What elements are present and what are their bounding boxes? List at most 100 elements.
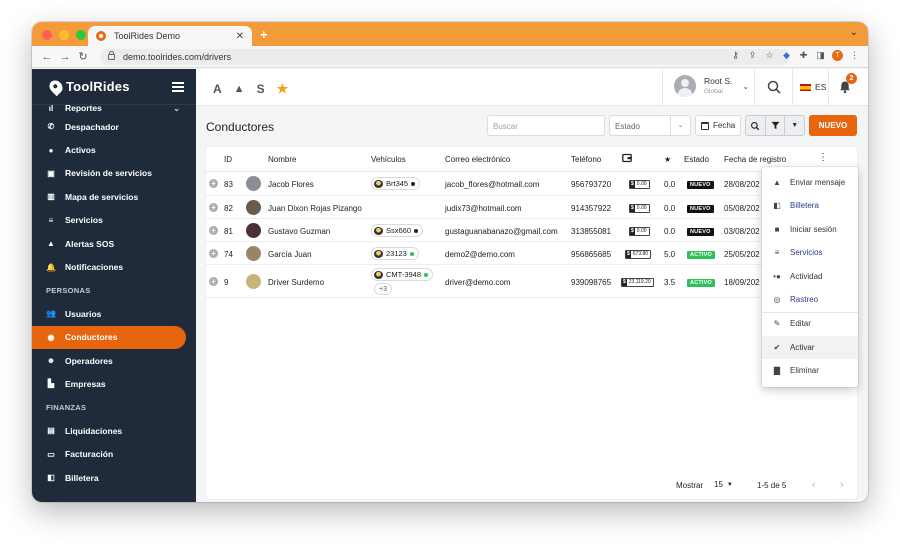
table-row[interactable]: + 74 García Juan 23123 demo2@demo.com 95… <box>206 242 857 265</box>
sidebar-item-facturacion[interactable]: ▭ Facturación <box>32 442 196 465</box>
expand-row-icon[interactable]: + <box>209 179 218 188</box>
filter-options-dropdown[interactable]: ▼ <box>785 116 804 135</box>
column-header-correo[interactable]: Correo electrónico <box>445 155 510 164</box>
sidebar-item-operadores[interactable]: ☻ Operadores <box>32 349 196 372</box>
menu-item-iniciar-sesion[interactable]: ■ Iniciar sesión <box>762 218 858 241</box>
search-button[interactable] <box>746 116 766 135</box>
column-header-id[interactable]: ID <box>224 155 232 164</box>
table-header: ID Nombre Vehículos Correo electrónico T… <box>206 147 857 172</box>
sidebar-item-conductores[interactable]: ◉ Conductores <box>32 325 186 349</box>
new-driver-button[interactable]: NUEVO <box>809 115 857 136</box>
user-menu[interactable]: Root S. Global ⌄ <box>674 75 749 97</box>
page-size-select[interactable]: 15 ▼ <box>714 480 733 489</box>
sidebar-item-alertas-sos[interactable]: ▲ Alertas SOS <box>32 232 196 255</box>
registration-date: 28/08/202 <box>724 180 760 189</box>
vehicle-chip[interactable]: Brt345 <box>371 177 421 190</box>
wallet-balance-badge: $23,119.20 <box>621 278 654 287</box>
driver-name[interactable]: Gustavo Guzman <box>268 227 330 236</box>
new-tab-button[interactable]: + <box>260 27 268 42</box>
vehicle-chip[interactable]: CMT-3948 <box>371 268 434 281</box>
sidebar-item-mapa-servicios[interactable]: ▥ Mapa de servicios <box>32 185 196 208</box>
search-icon[interactable] <box>766 79 782 95</box>
reload-icon[interactable]: ↻ <box>74 50 92 63</box>
wallet-amount: 0.00 <box>636 181 647 187</box>
menu-item-eliminar[interactable]: ▇ Eliminar <box>762 359 858 382</box>
chevron-down-icon: ⌄ <box>670 116 690 135</box>
menu-item-enviar-mensaje[interactable]: ▲ Enviar mensaje <box>762 171 858 194</box>
more-vehicles-chip[interactable]: +3 <box>374 283 392 295</box>
sidebar-item-activos[interactable]: ● Activos <box>32 138 196 161</box>
filter-button[interactable] <box>766 116 786 135</box>
sidebar-item-billetera[interactable]: ◧ Billetera <box>32 466 196 489</box>
browser-menu-icon[interactable]: ⋮ <box>849 50 860 61</box>
sidebar-item-reportes[interactable]: ıl Reportes ⌄ <box>32 101 196 115</box>
column-header-rating[interactable]: ★ <box>664 155 671 164</box>
share-icon[interactable]: ⇪ <box>747 50 758 61</box>
back-icon[interactable]: ← <box>38 51 56 63</box>
table-row[interactable]: + 81 Gustavo Guzman Ssx660 gustaguanaban… <box>206 219 857 242</box>
warning-icon[interactable]: ▲ <box>234 83 245 95</box>
table-row[interactable]: + 83 Jacob Flores Brt345 jacob_flores@ho… <box>206 172 857 196</box>
forward-icon[interactable]: → <box>56 51 74 63</box>
menu-item-editar[interactable]: ✎ Editar <box>762 312 858 335</box>
menu-item-servicios[interactable]: ≡ Servicios <box>762 241 858 264</box>
language-selector[interactable]: ES <box>800 82 826 92</box>
previous-page-icon[interactable]: ‹ <box>812 479 816 491</box>
profile-avatar[interactable]: T <box>832 50 843 61</box>
column-header-fecha[interactable]: Fecha de registro <box>724 155 786 164</box>
sidebar-item-servicios[interactable]: ≡ Servicios <box>32 209 196 232</box>
circle-dot-icon: ● <box>48 145 54 155</box>
driver-name[interactable]: Jacob Flores <box>268 180 314 189</box>
quick-a-button[interactable]: A <box>213 82 222 96</box>
sidebar-item-liquidaciones[interactable]: ▤ Liquidaciones <box>32 419 196 442</box>
key-icon[interactable]: ⚷ <box>730 50 741 61</box>
expand-row-icon[interactable]: + <box>209 226 218 235</box>
menu-item-actividad[interactable]: •● Actividad <box>762 265 858 288</box>
next-page-icon[interactable]: › <box>840 479 844 491</box>
driver-name[interactable]: Driver Surdemo <box>268 278 324 287</box>
sidepanel-icon[interactable]: ◨ <box>815 50 826 61</box>
table-row[interactable]: + 9 Driver Surdemo CMT-3948 +3 driver@de… <box>206 265 857 298</box>
translate-icon[interactable]: ◆ <box>781 50 792 61</box>
bookmark-star-icon[interactable]: ☆ <box>764 50 775 61</box>
date-filter-button[interactable]: Fecha <box>695 115 741 136</box>
sidebar-item-usuarios[interactable]: 👥 Usuarios <box>32 302 196 325</box>
menu-item-rastreo[interactable]: ◎ Rastreo <box>762 288 858 311</box>
driver-name[interactable]: García Juan <box>268 250 312 259</box>
column-header-estado[interactable]: Estado <box>684 155 709 164</box>
minimize-window-button[interactable] <box>59 30 69 40</box>
page-size-label: Mostrar <box>676 481 704 490</box>
menu-item-billetera[interactable]: ◧ Billetera <box>762 194 858 217</box>
menu-item-activar[interactable]: ✔ Activar <box>762 336 858 359</box>
star-icon[interactable]: ★ <box>277 81 289 97</box>
expand-row-icon[interactable]: + <box>209 249 218 258</box>
sidebar-item-revision-servicios[interactable]: ▣ Revisión de servicios <box>32 162 196 185</box>
column-header-nombre[interactable]: Nombre <box>268 155 296 164</box>
vehicle-chip[interactable]: Ssx660 <box>371 224 424 237</box>
brand-logo[interactable]: ToolRides <box>66 79 130 94</box>
search-input[interactable]: Buscar <box>487 115 605 136</box>
sidebar: ToolRides ıl Reportes ⌄ ✆ Despachador ● … <box>32 69 196 502</box>
vehicle-chip[interactable]: 23123 <box>371 247 419 260</box>
expand-row-icon[interactable]: + <box>209 203 218 212</box>
quick-s-button[interactable]: S <box>257 82 265 96</box>
close-window-button[interactable] <box>42 30 52 40</box>
sidebar-item-despachador[interactable]: ✆ Despachador <box>32 115 196 138</box>
wallet-column-icon[interactable] <box>622 153 632 165</box>
expand-row-icon[interactable]: + <box>209 277 218 286</box>
driver-name[interactable]: Juan Dixon Rojas Pizango <box>268 204 362 213</box>
menu-toggle-icon[interactable] <box>172 81 184 92</box>
tab-list-chevron-icon[interactable]: ⌄ <box>850 27 858 38</box>
table-row[interactable]: + 82 Juan Dixon Rojas Pizango judix73@ho… <box>206 196 857 219</box>
sidebar-item-empresas[interactable]: ▙ Empresas <box>32 372 196 395</box>
browser-tab[interactable]: ToolRides Demo ✕ <box>88 26 252 46</box>
column-options-icon[interactable]: ⋮ <box>818 152 828 163</box>
extensions-puzzle-icon[interactable]: ✚ <box>798 50 809 61</box>
sidebar-item-notificaciones[interactable]: 🔔 Notificaciones <box>32 255 196 278</box>
column-header-vehiculos[interactable]: Vehículos <box>371 155 406 164</box>
estado-filter-select[interactable]: Estado ⌄ <box>609 115 691 136</box>
zoom-window-button[interactable] <box>76 30 86 40</box>
column-header-telefono[interactable]: Teléfono <box>571 155 601 164</box>
close-tab-icon[interactable]: ✕ <box>236 31 244 42</box>
address-bar[interactable]: demo.toolrides.com/drivers <box>100 49 790 65</box>
